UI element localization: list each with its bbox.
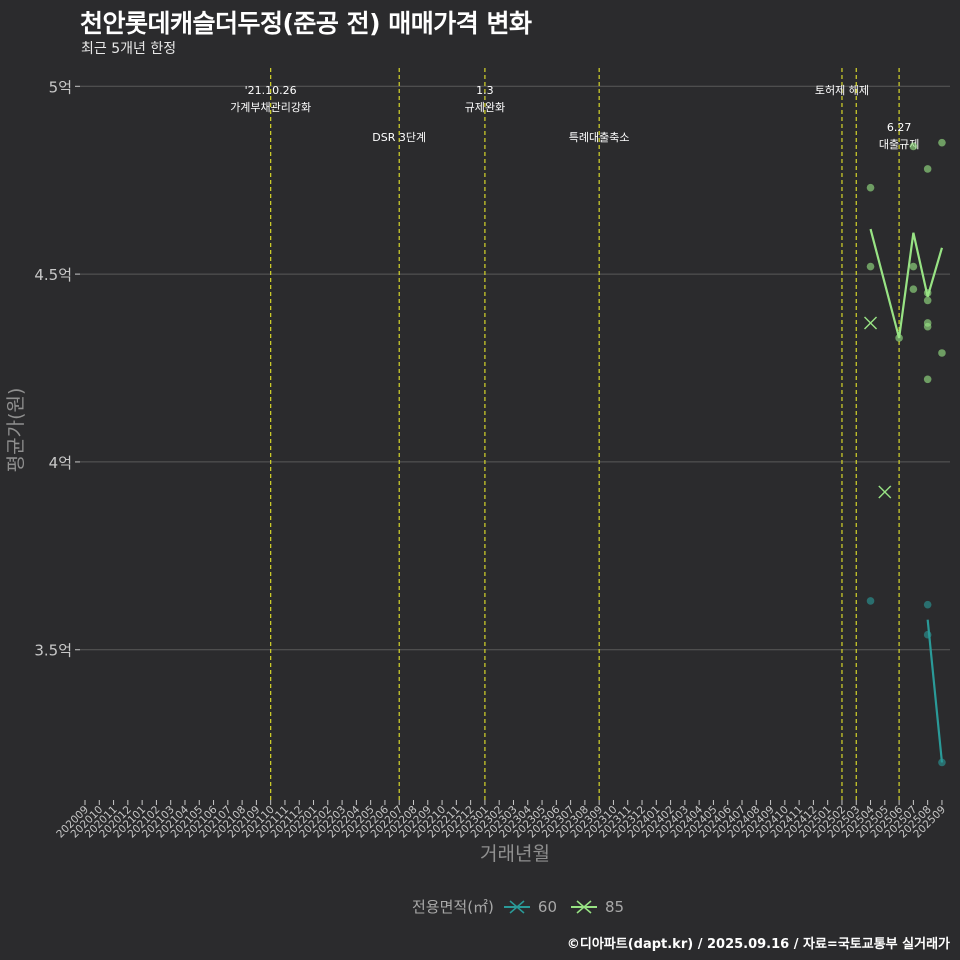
data-point-85-0 — [866, 183, 875, 192]
ytick-label-3: 5억 — [49, 78, 72, 96]
legend-label-60: 60 — [537, 897, 557, 916]
data-point-85-2 — [895, 334, 903, 342]
event-label-202506-0: 6.27 — [887, 121, 912, 134]
series-layer — [864, 138, 946, 767]
legend-label-85: 85 — [605, 897, 625, 916]
cross-marker-85-0 — [864, 316, 878, 330]
event-label-202502-0: 토허제 해제 — [815, 83, 869, 97]
chart-svg: '21.10.26 가계부채관리강화 DSR 3단계 1.3 규제완화특례대출축소 토허제… — [5, 68, 950, 865]
series-line-60 — [926, 619, 944, 763]
axis-layer: 3.5억4억4.5억5억2020092020102020112020122021… — [5, 78, 948, 865]
data-point-85-7 — [923, 289, 932, 297]
legend-title: 전용면적(㎡) — [412, 898, 494, 916]
y-axis-label: 평균가(원) — [5, 388, 27, 473]
event-label-202301-0: 1.3 — [476, 84, 494, 97]
event-layer: '21.10.26 가계부채관리강화 DSR 3단계 1.3 규제완화특례대출축소 토허제… — [230, 68, 919, 800]
legend: 전용면적(㎡) 60 85 — [412, 896, 628, 917]
data-point-85-5 — [909, 285, 918, 293]
legend-key-85 — [571, 899, 597, 914]
grid-layer — [80, 85, 950, 651]
x-axis-label: 거래년월 — [480, 843, 550, 865]
series-line-85 — [869, 228, 944, 339]
data-point-85-3 — [909, 142, 918, 151]
data-point-85-10 — [923, 322, 932, 331]
source-caption: ©디아파트(dapt.kr) / 2025.09.16 / 자료=국토교통부 실… — [566, 937, 950, 952]
data-point-85-12 — [938, 138, 946, 147]
data-point-60-2 — [923, 630, 932, 639]
data-point-60-0 — [866, 597, 875, 605]
data-point-85-1 — [866, 262, 875, 271]
cross-marker-85-1 — [878, 485, 892, 499]
data-point-85-8 — [923, 296, 932, 305]
data-point-85-11 — [923, 375, 932, 384]
event-label-202110-1: 가계부채관리강화 — [230, 101, 311, 114]
data-point-85-13 — [938, 349, 946, 357]
data-point-60-1 — [923, 600, 932, 609]
data-point-85-4 — [909, 262, 918, 271]
ytick-label-1: 4억 — [49, 454, 72, 472]
legend-key-60 — [503, 899, 530, 914]
data-point-85-6 — [923, 165, 932, 173]
event-label-202309-0: 특례대출축소 — [569, 131, 630, 144]
ytick-label-0: 3.5억 — [34, 642, 72, 660]
data-point-60-3 — [938, 758, 946, 767]
ytick-label-2: 4.5억 — [34, 266, 72, 284]
event-label-202207-0: DSR 3단계 — [372, 131, 426, 144]
event-label-202110-0: '21.10.26 — [245, 84, 297, 97]
event-label-202301-1: 규제완화 — [465, 101, 505, 114]
